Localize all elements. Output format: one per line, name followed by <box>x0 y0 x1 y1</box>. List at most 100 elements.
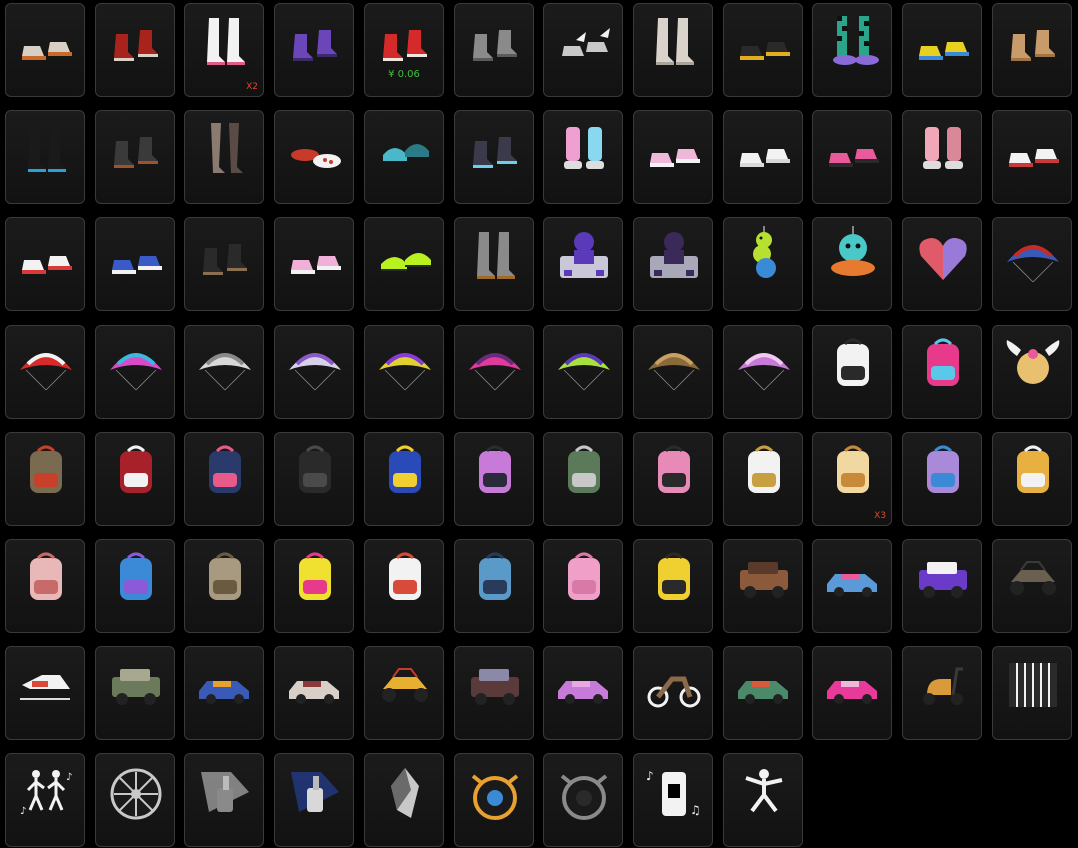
inventory-item-vehicle[interactable] <box>723 646 803 740</box>
inventory-item-parachute[interactable] <box>454 325 534 419</box>
inventory-item-parachute[interactable] <box>543 325 623 419</box>
inventory-item-parachute[interactable] <box>5 325 85 419</box>
inventory-item-shoes[interactable] <box>274 110 354 204</box>
inventory-item-shoes[interactable] <box>5 110 85 204</box>
inventory-item-backpack[interactable] <box>992 325 1072 419</box>
inventory-item-vehicle[interactable] <box>902 539 982 633</box>
inventory-item-shoes[interactable] <box>902 110 982 204</box>
inventory-item-shoes[interactable] <box>5 217 85 311</box>
inventory-item-backpack[interactable] <box>274 432 354 526</box>
inventory-item-shoes[interactable] <box>543 3 623 97</box>
backpack-icon <box>285 548 345 612</box>
inventory-item-parachute[interactable] <box>992 217 1072 311</box>
inventory-item-pendant[interactable] <box>902 217 982 311</box>
inventory-item-emblem[interactable] <box>633 217 713 311</box>
inventory-item-backpack[interactable] <box>543 432 623 526</box>
inventory-item-shoes[interactable] <box>184 110 264 204</box>
suv-icon <box>913 548 973 612</box>
inventory-item-emote[interactable]: ♪ ♪ <box>5 753 85 847</box>
inventory-item-vehicle[interactable] <box>633 646 713 740</box>
inventory-item-spray[interactable] <box>274 753 354 847</box>
inventory-item-shoes[interactable] <box>454 217 534 311</box>
leg-warmers-icon <box>913 119 973 183</box>
inventory-item-backpack[interactable] <box>902 432 982 526</box>
inventory-item-material[interactable] <box>364 753 444 847</box>
inventory-item-shoes[interactable] <box>95 217 175 311</box>
inventory-item-backpack[interactable] <box>95 432 175 526</box>
inventory-item-backpack[interactable] <box>723 432 803 526</box>
inventory-item-shoes[interactable] <box>274 217 354 311</box>
inventory-item-backpack[interactable] <box>812 325 892 419</box>
inventory-item-backpack[interactable] <box>5 539 85 633</box>
boots-icon <box>375 12 435 76</box>
inventory-item-shoes[interactable] <box>543 110 623 204</box>
inventory-item-backpack[interactable] <box>454 432 534 526</box>
inventory-item-shoes[interactable] <box>633 3 713 97</box>
inventory-item-backpack[interactable] <box>184 539 264 633</box>
inventory-item-shoes[interactable]: ¥ 0.06 <box>364 3 444 97</box>
inventory-item-shoes[interactable] <box>992 3 1072 97</box>
inventory-item-vehicle[interactable] <box>364 646 444 740</box>
inventory-item-vehicle[interactable] <box>902 646 982 740</box>
inventory-item-spray[interactable] <box>184 753 264 847</box>
inventory-item-shoes[interactable]: X2 <box>184 3 264 97</box>
inventory-item-shoes[interactable] <box>5 3 85 97</box>
inventory-item-emote[interactable]: ♪ ♫ <box>633 753 713 847</box>
inventory-item-vehicle[interactable] <box>723 539 803 633</box>
inventory-item-shoes[interactable] <box>274 3 354 97</box>
inventory-item-vehicle[interactable] <box>184 646 264 740</box>
inventory-item-parachute[interactable] <box>633 325 713 419</box>
inventory-item-vehicle[interactable] <box>274 646 354 740</box>
inventory-item-backpack[interactable] <box>902 325 982 419</box>
inventory-item-vehicle[interactable] <box>992 539 1072 633</box>
inventory-item-backpack[interactable] <box>543 539 623 633</box>
inventory-item-backpack[interactable] <box>184 432 264 526</box>
inventory-item-shoes[interactable] <box>812 110 892 204</box>
inventory-item-shoes[interactable] <box>723 110 803 204</box>
inventory-item-backpack[interactable] <box>274 539 354 633</box>
inventory-item-backpack[interactable] <box>633 539 713 633</box>
inventory-item-parachute[interactable] <box>364 325 444 419</box>
inventory-item-shoes[interactable] <box>364 217 444 311</box>
inventory-item-shoes[interactable] <box>95 3 175 97</box>
inventory-item-backpack[interactable] <box>364 432 444 526</box>
inventory-item-emote[interactable] <box>992 646 1072 740</box>
inventory-item-shoes[interactable] <box>902 3 982 97</box>
inventory-item-shoes[interactable] <box>723 3 803 97</box>
inventory-item-vehicle[interactable] <box>95 646 175 740</box>
inventory-item-shoes[interactable] <box>184 217 264 311</box>
inventory-item-backpack[interactable] <box>454 539 534 633</box>
inventory-item-wheel[interactable] <box>543 753 623 847</box>
inventory-item-shoes[interactable] <box>95 110 175 204</box>
inventory-item-parachute[interactable] <box>274 325 354 419</box>
inventory-item-vehicle[interactable] <box>5 646 85 740</box>
inventory-item-backpack[interactable] <box>5 432 85 526</box>
inventory-item-vehicle[interactable] <box>454 646 534 740</box>
inventory-item-backpack[interactable] <box>95 539 175 633</box>
inventory-item-backpack[interactable] <box>633 432 713 526</box>
inventory-item-backpack[interactable] <box>992 432 1072 526</box>
parachute-icon <box>195 334 255 398</box>
inventory-item-shoes[interactable] <box>454 3 534 97</box>
inventory-item-vehicle[interactable] <box>812 539 892 633</box>
inventory-item-backpack[interactable] <box>364 539 444 633</box>
inventory-item-parachute[interactable] <box>723 325 803 419</box>
inventory-item-shoes[interactable] <box>812 3 892 97</box>
inventory-item-emblem[interactable] <box>543 217 623 311</box>
inventory-item-pendant[interactable] <box>723 217 803 311</box>
inventory-item-pendant[interactable] <box>812 217 892 311</box>
inventory-item-parachute[interactable] <box>184 325 264 419</box>
inventory-item-shoes[interactable] <box>633 110 713 204</box>
inventory-item-parachute[interactable] <box>95 325 175 419</box>
sneakers-icon <box>16 12 76 76</box>
inventory-item-vehicle[interactable] <box>543 646 623 740</box>
inventory-item-vehicle[interactable] <box>812 646 892 740</box>
inventory-item-wheel[interactable] <box>454 753 534 847</box>
inventory-item-wheel[interactable] <box>95 753 175 847</box>
inventory-item-backpack[interactable]: X3 <box>812 432 892 526</box>
inventory-item-shoes[interactable] <box>454 110 534 204</box>
inventory-item-shoes[interactable] <box>992 110 1072 204</box>
inventory-item-emote[interactable] <box>723 753 803 847</box>
inventory-item-shoes[interactable] <box>364 110 444 204</box>
svg-text:♪: ♪ <box>20 806 26 817</box>
